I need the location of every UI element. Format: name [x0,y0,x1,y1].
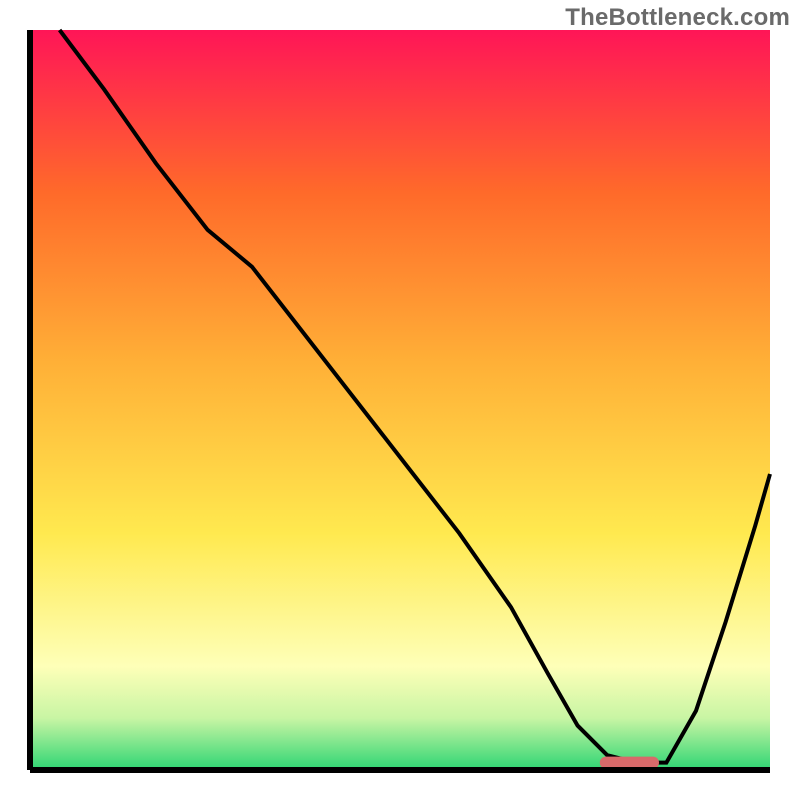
optimum-marker [600,757,659,769]
bottleneck-chart [0,0,800,800]
chart-container: { "watermark": "TheBottleneck.com", "col… [0,0,800,800]
plot-area [30,30,770,770]
